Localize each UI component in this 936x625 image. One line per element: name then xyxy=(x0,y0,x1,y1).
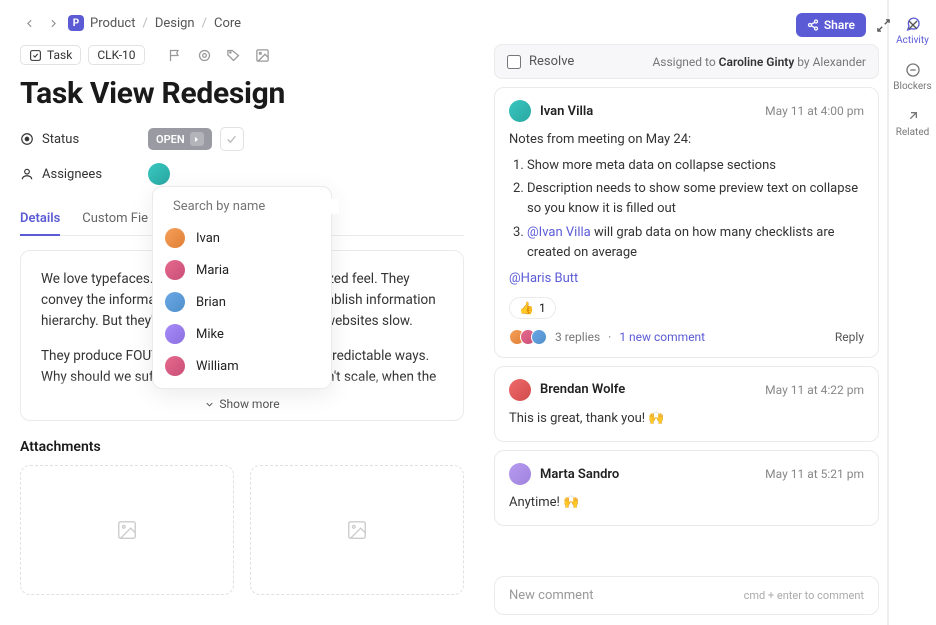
share-label: Share xyxy=(824,18,855,32)
reply-button[interactable]: Reply xyxy=(835,330,864,344)
reaction-chip[interactable]: 👍 1 xyxy=(509,297,556,319)
breadcrumb: P Product / Design / Core xyxy=(20,14,464,32)
comment-time: May 11 at 4:00 pm xyxy=(765,104,864,118)
forward-icon[interactable] xyxy=(44,14,62,32)
assignee-option-brian[interactable]: Brian xyxy=(153,286,331,318)
status-label: Status xyxy=(20,132,148,147)
composer-hint: cmd + enter to comment xyxy=(744,589,864,602)
comment: Ivan Villa May 11 at 4:00 pm Notes from … xyxy=(494,87,879,358)
comment-body: Anytime! 🙌 xyxy=(509,493,864,513)
comment-body: This is great, thank you! 🙌 xyxy=(509,409,864,429)
comment: Brendan Wolfe May 11 at 4:22 pm This is … xyxy=(494,366,879,442)
crumb-design[interactable]: Design xyxy=(155,16,195,31)
assignee-search-input[interactable] xyxy=(173,199,339,214)
attachment-dropzone[interactable] xyxy=(250,465,464,595)
task-id-chip[interactable]: CLK-10 xyxy=(88,45,144,65)
page-title: Task View Redesign xyxy=(20,76,464,111)
avatar xyxy=(509,463,531,485)
new-comment-count[interactable]: 1 new comment xyxy=(619,330,705,344)
mention[interactable]: @Ivan Villa xyxy=(527,225,591,240)
close-icon[interactable] xyxy=(900,12,926,38)
rail-related[interactable]: Related xyxy=(889,100,936,146)
assignee-avatar[interactable] xyxy=(148,163,170,185)
reply-count[interactable]: 3 replies xyxy=(555,330,600,344)
resolve-label: Resolve xyxy=(529,54,574,69)
complete-checkbox[interactable] xyxy=(220,127,244,151)
product-icon: P xyxy=(68,15,84,31)
task-type-chip[interactable]: Task xyxy=(20,45,81,65)
avatar xyxy=(509,100,531,122)
assignee-option-ivan[interactable]: Ivan xyxy=(153,222,331,254)
assignee-dropdown: Ivan Maria Brian Mike William xyxy=(152,186,332,389)
assigned-to-text: Assigned to Caroline Ginty by Alexander xyxy=(652,55,866,69)
back-icon[interactable] xyxy=(20,14,38,32)
rail-blockers[interactable]: Blockers xyxy=(889,54,936,100)
tag-icon[interactable] xyxy=(223,44,245,66)
comment-composer[interactable]: New comment cmd + enter to comment xyxy=(494,576,879,615)
comment: Marta Sandro May 11 at 5:21 pm Anytime! … xyxy=(494,450,879,526)
link-icon xyxy=(905,108,921,124)
assignee-option-mike[interactable]: Mike xyxy=(153,318,331,350)
comment-author: Marta Sandro xyxy=(540,467,619,482)
avatar xyxy=(509,379,531,401)
flag-icon[interactable] xyxy=(165,44,187,66)
collapse-icon[interactable] xyxy=(870,12,896,38)
resolve-checkbox[interactable] xyxy=(507,55,521,69)
status-next-icon[interactable] xyxy=(190,132,204,146)
comment-time: May 11 at 5:21 pm xyxy=(765,467,864,481)
comment-author: Ivan Villa xyxy=(540,104,593,119)
reply-avatars xyxy=(509,329,547,345)
tab-details[interactable]: Details xyxy=(20,203,60,236)
assignee-option-william[interactable]: William xyxy=(153,350,331,382)
tab-custom-fields[interactable]: Custom Fie xyxy=(82,203,148,235)
block-icon xyxy=(905,62,921,78)
assignees-label: Assignees xyxy=(20,167,148,182)
mention[interactable]: @Haris Butt xyxy=(509,271,578,286)
attachment-dropzone[interactable] xyxy=(20,465,234,595)
share-button[interactable]: Share xyxy=(796,13,866,37)
comment-body: Notes from meeting on May 24: Show more … xyxy=(509,130,864,289)
comment-time: May 11 at 4:22 pm xyxy=(765,383,864,397)
resolve-bar: Resolve Assigned to Caroline Ginty by Al… xyxy=(494,44,879,79)
crumb-core[interactable]: Core xyxy=(214,16,241,31)
composer-placeholder: New comment xyxy=(509,588,594,603)
crumb-product[interactable]: Product xyxy=(90,16,135,31)
image-icon[interactable] xyxy=(252,44,274,66)
target-icon[interactable] xyxy=(194,44,216,66)
attachments-heading: Attachments xyxy=(20,439,464,455)
status-pill[interactable]: OPEN xyxy=(148,128,212,150)
comment-author: Brendan Wolfe xyxy=(540,382,625,397)
assignee-option-maria[interactable]: Maria xyxy=(153,254,331,286)
